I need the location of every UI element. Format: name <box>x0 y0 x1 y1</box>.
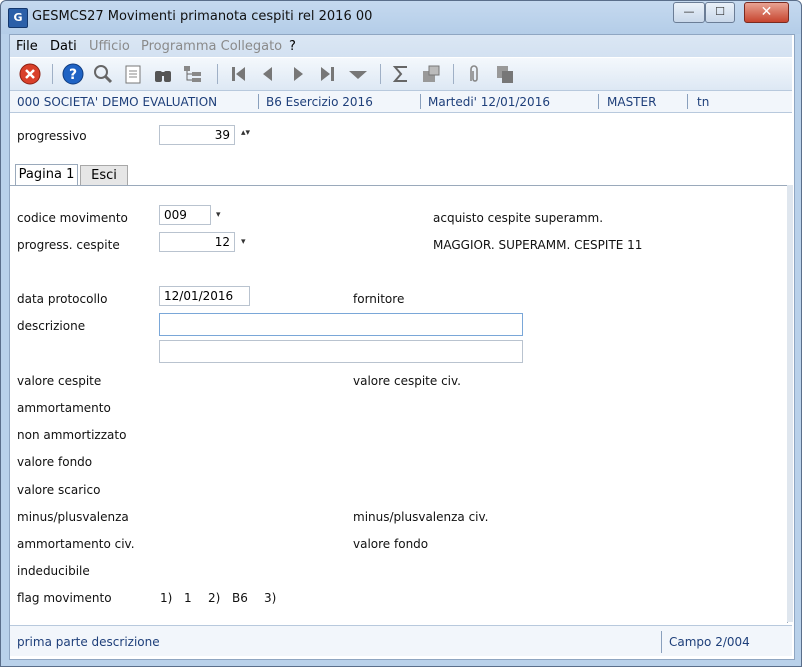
valore-scarico-label: valore scarico <box>17 483 101 497</box>
data-protocollo-input[interactable]: 12/01/2016 <box>159 286 250 306</box>
app-icon: G <box>8 8 28 28</box>
codice-movimento-input[interactable]: 009 <box>159 205 211 225</box>
svg-text:?: ? <box>69 67 77 83</box>
descrizione-label: descrizione <box>17 319 86 333</box>
maximize-button[interactable]: ☐ <box>705 2 735 23</box>
progress-cespite-dropdown-icon[interactable]: ▾ <box>241 237 246 247</box>
descrizione-input-2[interactable] <box>159 340 523 363</box>
vertical-scrollbar[interactable] <box>787 185 793 622</box>
menu-help[interactable]: ? <box>289 39 296 54</box>
valore-fondo-label: valore fondo <box>17 455 93 469</box>
previous-record-icon[interactable] <box>257 63 279 85</box>
valore-fondo-civ-label: valore fondo <box>353 537 429 551</box>
toolbar-separator <box>453 64 454 84</box>
progress-cespite-description: MAGGIOR. SUPERAMM. CESPITE 11 <box>433 238 643 252</box>
progressivo-input[interactable]: 39 <box>159 125 235 145</box>
progress-cespite-label: progress. cespite <box>17 238 120 252</box>
company-name: 000 SOCIETA' DEMO EVALUATION <box>17 95 218 109</box>
codice-movimento-description: acquisto cespite superamm. <box>433 211 604 225</box>
tab-pagina-1[interactable]: Pagina 1 <box>15 164 78 185</box>
next-record-icon[interactable] <box>287 63 309 85</box>
progressivo-spin-icon[interactable]: ▴▾ <box>241 128 250 138</box>
last-record-icon[interactable] <box>317 63 339 85</box>
data-protocollo-label: data protocollo <box>17 292 108 306</box>
flag-3-label: 3) <box>264 591 277 605</box>
context-extra: tn <box>697 95 710 109</box>
tab-esci[interactable]: Esci <box>80 165 128 186</box>
tab-panel <box>10 185 788 623</box>
dropdown-arrow-icon[interactable] <box>347 63 369 85</box>
menu-programma-collegato[interactable]: Programma Collegato <box>141 39 282 54</box>
menu-dati[interactable]: Dati <box>50 39 77 54</box>
fornitore-label: fornitore <box>353 292 405 306</box>
status-message: prima parte descrizione <box>17 635 160 649</box>
indeducibile-label: indeducibile <box>17 564 90 578</box>
context-separator <box>598 94 599 109</box>
valore-cespite-civ-label: valore cespite civ. <box>353 374 461 388</box>
context-separator <box>687 94 688 109</box>
current-date: Martedi' 12/01/2016 <box>428 95 550 109</box>
copy-icon[interactable] <box>494 63 516 85</box>
status-separator <box>661 631 662 653</box>
flag-1-value[interactable]: 1 <box>184 591 192 605</box>
help-icon[interactable]: ? <box>62 63 84 85</box>
minimize-button[interactable]: — <box>673 2 705 23</box>
first-record-icon[interactable] <box>227 63 249 85</box>
export-icon[interactable] <box>420 63 442 85</box>
context-separator <box>420 94 421 109</box>
codice-movimento-dropdown-icon[interactable]: ▾ <box>216 210 221 220</box>
exercise-year: B6 Esercizio 2016 <box>266 95 373 109</box>
flag-movimento-label: flag movimento <box>17 591 112 605</box>
user-name: MASTER <box>607 95 657 109</box>
progress-cespite-input[interactable]: 12 <box>159 232 235 252</box>
field-counter: Campo 2/004 <box>669 635 750 649</box>
menu-file[interactable]: File <box>16 39 38 54</box>
context-separator <box>258 94 259 109</box>
search-icon[interactable] <box>92 63 114 85</box>
flag-2-label: 2) <box>208 591 221 605</box>
valore-cespite-label: valore cespite <box>17 374 102 388</box>
toolbar-separator <box>380 64 381 84</box>
toolbar-separator <box>217 64 218 84</box>
progressivo-label: progressivo <box>17 129 87 143</box>
ammortamento-civ-label: ammortamento civ. <box>17 537 135 551</box>
document-icon[interactable] <box>122 63 144 85</box>
window-title: GESMCS27 Movimenti primanota cespiti rel… <box>32 9 373 24</box>
non-ammortizzato-label: non ammortizzato <box>17 428 127 442</box>
flag-1-label: 1) <box>160 591 173 605</box>
codice-movimento-label: codice movimento <box>17 211 128 225</box>
minus-plusvalenza-civ-label: minus/plusvalenza civ. <box>353 510 489 524</box>
sum-icon[interactable] <box>390 63 412 85</box>
close-red-icon[interactable] <box>19 63 41 85</box>
close-window-button[interactable]: ✕ <box>744 2 789 23</box>
minus-plusvalenza-label: minus/plusvalenza <box>17 510 129 524</box>
descrizione-input[interactable] <box>159 313 523 336</box>
flag-2-value[interactable]: B6 <box>232 591 248 605</box>
ammortamento-label: ammortamento <box>17 401 111 415</box>
menu-ufficio[interactable]: Ufficio <box>89 39 130 54</box>
toolbar-separator <box>52 64 53 84</box>
tree-icon[interactable] <box>182 63 204 85</box>
attach-icon[interactable] <box>463 63 485 85</box>
binoculars-icon[interactable] <box>152 63 174 85</box>
